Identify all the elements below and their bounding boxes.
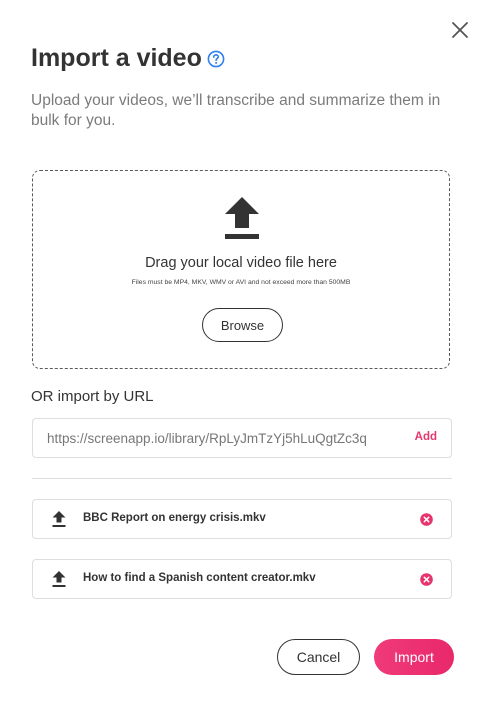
file-list-item: How to find a Spanish content creator.mk…	[32, 559, 452, 599]
upload-icon	[225, 197, 259, 239]
cancel-button[interactable]: Cancel	[277, 639, 360, 675]
upload-icon	[52, 511, 66, 527]
file-dropzone[interactable]: Drag your local video file here Files mu…	[32, 170, 450, 369]
file-name: BBC Report on energy crisis.mkv	[83, 512, 266, 524]
remove-icon[interactable]	[420, 573, 433, 586]
dropzone-title: Drag your local video file here	[145, 255, 337, 271]
upload-icon	[52, 571, 66, 587]
file-list-item: BBC Report on energy crisis.mkv	[32, 499, 452, 539]
file-name: How to find a Spanish content creator.mk…	[83, 572, 316, 584]
remove-icon[interactable]	[420, 513, 433, 526]
url-input-box: Add	[32, 418, 452, 458]
help-icon[interactable]	[207, 50, 225, 68]
divider	[32, 478, 452, 479]
add-url-button[interactable]: Add	[415, 431, 437, 443]
dialog-subtitle: Upload your videos, we’ll transcribe and…	[31, 92, 441, 129]
dropzone-hint: Files must be MP4, MKV, WMV or AVI and n…	[131, 279, 351, 286]
close-button[interactable]	[450, 20, 470, 40]
browse-button[interactable]: Browse	[202, 308, 283, 342]
close-icon	[452, 22, 468, 38]
dialog-title: Import a video	[31, 44, 202, 72]
import-button[interactable]: Import	[374, 639, 454, 675]
url-input[interactable]	[47, 419, 402, 457]
url-import-label: OR import by URL	[31, 388, 154, 405]
